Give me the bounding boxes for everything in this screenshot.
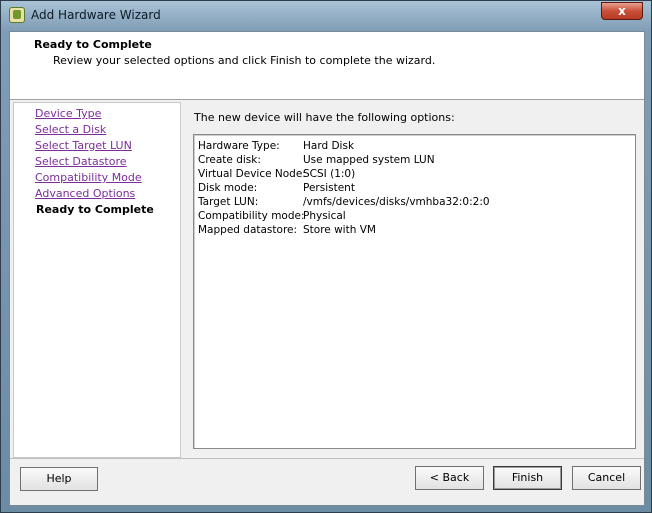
page-description: Review your selected options and click F… bbox=[53, 54, 436, 67]
nav-step-select-disk[interactable]: Select a Disk bbox=[35, 123, 106, 136]
option-value: Store with VM bbox=[303, 224, 376, 236]
nav-step-device-type[interactable]: Device Type bbox=[35, 107, 101, 120]
vsphere-app-icon bbox=[9, 7, 25, 23]
wizard-header: Ready to Complete Review your selected o… bbox=[10, 32, 644, 100]
option-value: Persistent bbox=[303, 182, 355, 194]
nav-step-advanced-options[interactable]: Advanced Options bbox=[35, 187, 135, 200]
cancel-button[interactable]: Cancel bbox=[572, 466, 641, 490]
nav-step-compatibility-mode[interactable]: Compatibility Mode bbox=[35, 171, 142, 184]
close-button[interactable]: x bbox=[601, 2, 643, 20]
option-key: Virtual Device Node: bbox=[198, 168, 306, 180]
wizard-client-area: Ready to Complete Review your selected o… bbox=[9, 31, 645, 506]
nav-step-ready-to-complete: Ready to Complete bbox=[36, 203, 154, 216]
option-key: Hardware Type: bbox=[198, 140, 280, 152]
footer-divider bbox=[10, 458, 644, 459]
back-button[interactable]: < Back bbox=[415, 466, 484, 490]
finish-button[interactable]: Finish bbox=[493, 466, 562, 490]
option-key: Target LUN: bbox=[198, 196, 259, 208]
option-value: SCSI (1:0) bbox=[303, 168, 356, 180]
option-value: Use mapped system LUN bbox=[303, 154, 435, 166]
option-value: /vmfs/devices/disks/vmhba32:0:2:0 bbox=[303, 196, 490, 208]
page-title: Ready to Complete bbox=[34, 38, 152, 51]
title-bar[interactable]: Add Hardware Wizard x bbox=[1, 1, 651, 29]
nav-step-select-datastore[interactable]: Select Datastore bbox=[35, 155, 127, 168]
options-summary-box: Hardware Type: Hard Disk Create disk: Us… bbox=[193, 134, 636, 449]
option-value: Hard Disk bbox=[303, 140, 355, 152]
option-key: Mapped datastore: bbox=[198, 224, 298, 236]
options-intro: The new device will have the following o… bbox=[194, 111, 455, 124]
wizard-steps-nav: Device Type Select a Disk Select Target … bbox=[13, 102, 181, 458]
option-key: Disk mode: bbox=[198, 182, 258, 194]
nav-step-select-target-lun[interactable]: Select Target LUN bbox=[35, 139, 132, 152]
option-key: Create disk: bbox=[198, 154, 261, 166]
wizard-window: Add Hardware Wizard x Ready to Complete … bbox=[0, 0, 652, 513]
window-title: Add Hardware Wizard bbox=[31, 8, 161, 22]
option-value: Physical bbox=[303, 210, 346, 222]
option-key: Compatibility mode: bbox=[198, 210, 305, 222]
help-button[interactable]: Help bbox=[20, 467, 98, 491]
